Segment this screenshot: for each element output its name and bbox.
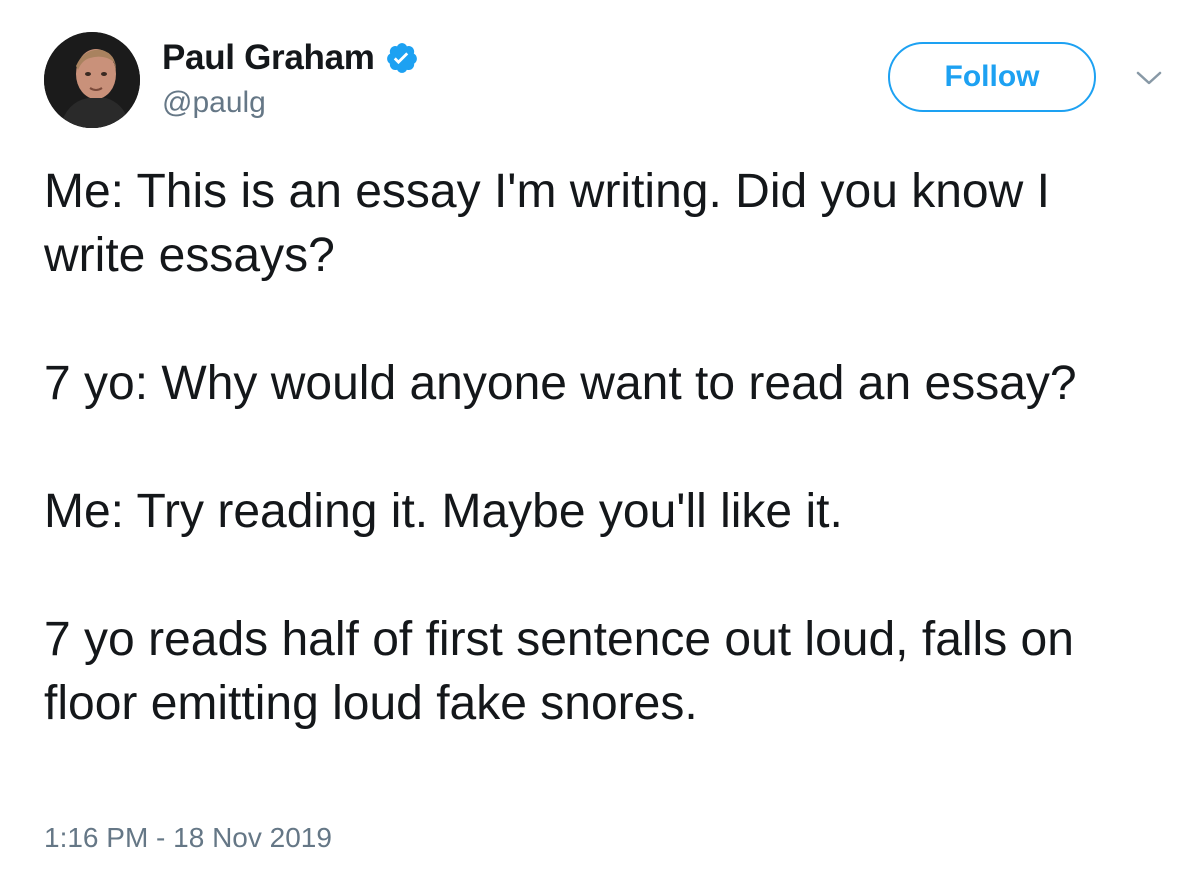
- user-handle[interactable]: @paulg: [162, 86, 266, 120]
- tweet-paragraph: 7 yo: Why would anyone want to read an e…: [44, 357, 1077, 410]
- tweet-paragraph: Me: This is an essay I'm writing. Did yo…: [44, 165, 1050, 282]
- name-row: Paul Graham: [162, 38, 419, 78]
- tweet-paragraph: Me: Try reading it. Maybe you'll like it…: [44, 485, 843, 538]
- avatar-photo: [44, 32, 140, 128]
- display-name[interactable]: Paul Graham: [162, 38, 375, 78]
- chevron-down-icon[interactable]: [1134, 68, 1164, 88]
- follow-button[interactable]: Follow: [888, 42, 1096, 112]
- tweet-card: Paul Graham @paulg Follow Me: This is an…: [0, 0, 1196, 870]
- tweet-paragraph: 7 yo reads half of first sentence out lo…: [44, 613, 1074, 730]
- verified-badge-icon: [385, 41, 419, 75]
- tweet-timestamp[interactable]: 1:16 PM - 18 Nov 2019: [44, 822, 332, 854]
- tweet-text: Me: This is an essay I'm writing. Did yo…: [44, 160, 1164, 736]
- avatar[interactable]: [44, 32, 140, 128]
